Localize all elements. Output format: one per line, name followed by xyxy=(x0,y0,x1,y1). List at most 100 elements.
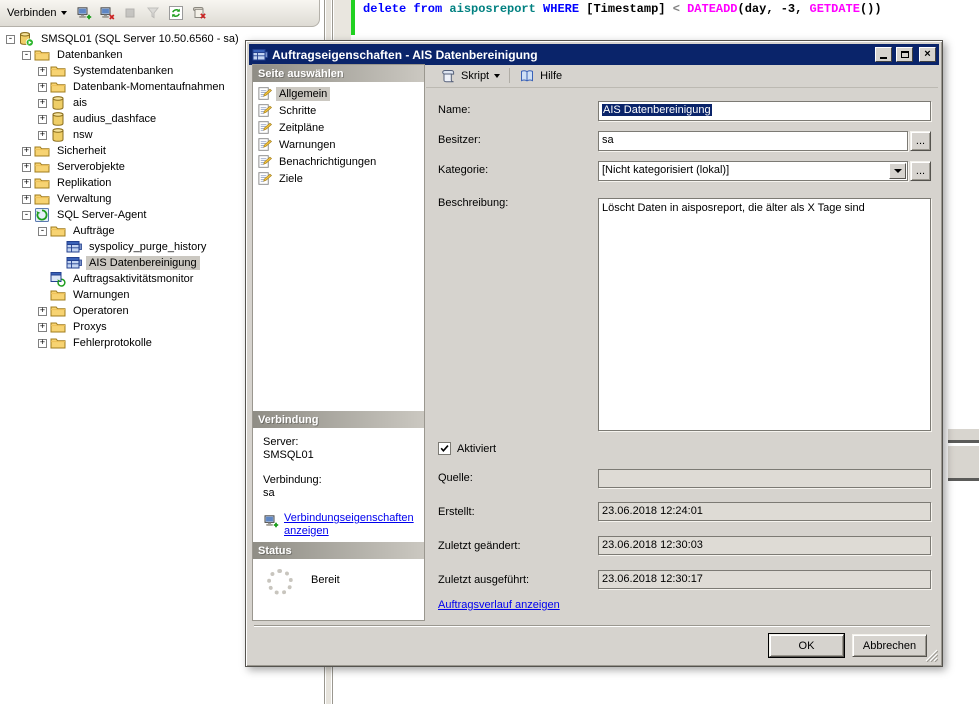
status-header: Status xyxy=(253,542,424,559)
tree-item-label[interactable]: SQL Server-Agent xyxy=(54,208,149,222)
stop-icon xyxy=(120,3,141,24)
plus-expander-icon[interactable]: + xyxy=(38,131,47,140)
sidebar-page-benachrichtigungen[interactable]: Benachrichtigungen xyxy=(253,153,424,170)
sidebar-page-allgemein[interactable]: Allgemein xyxy=(253,85,424,102)
owner-browse-button[interactable]: ... xyxy=(910,131,931,151)
sql-token: (day, -3, xyxy=(738,2,810,16)
sql-query-text[interactable]: delete from aisposreport WHERE [Timestam… xyxy=(363,2,882,16)
enabled-checkbox[interactable] xyxy=(438,442,451,455)
executed-label: Zuletzt ausgeführt: xyxy=(438,574,529,586)
dropdown-button[interactable] xyxy=(889,163,906,179)
tree-item-label[interactable]: Sicherheit xyxy=(54,144,109,158)
minimize-icon xyxy=(880,57,887,59)
plus-expander-icon[interactable]: + xyxy=(22,195,31,204)
maximize-icon xyxy=(901,51,909,58)
page-icon xyxy=(257,154,272,169)
job-history-link[interactable]: Auftragsverlauf anzeigen xyxy=(438,599,560,611)
sql-token: WHERE xyxy=(543,2,586,16)
category-browse-button[interactable]: ... xyxy=(910,161,931,181)
dialog-titlebar[interactable]: Auftragseigenschaften - AIS Datenbereini… xyxy=(249,44,939,65)
tree-item-label[interactable]: Systemdatenbanken xyxy=(70,64,176,78)
page-label[interactable]: Allgemein xyxy=(276,87,330,101)
refresh-icon[interactable] xyxy=(166,3,187,24)
tree-item-label[interactable]: Auftragsaktivitätsmonitor xyxy=(70,272,196,286)
help-button[interactable]: Hilfe xyxy=(513,66,568,86)
database-icon xyxy=(50,95,66,111)
tree-item-label[interactable]: Datenbanken xyxy=(54,48,125,62)
tree-item-label[interactable]: Proxys xyxy=(70,320,110,334)
plus-expander-icon[interactable]: + xyxy=(38,307,47,316)
owner-label: Besitzer: xyxy=(438,134,481,146)
plus-expander-icon[interactable]: + xyxy=(38,99,47,108)
tree-item-label[interactable]: Warnungen xyxy=(70,288,132,302)
page-label[interactable]: Schritte xyxy=(276,104,319,118)
tree-item-label[interactable]: nsw xyxy=(70,128,96,142)
sidebar-page-schritte[interactable]: Schritte xyxy=(253,102,424,119)
tree-item-label[interactable]: Replikation xyxy=(54,176,114,190)
plus-expander-icon[interactable]: + xyxy=(38,115,47,124)
minus-expander-icon[interactable]: - xyxy=(22,51,31,60)
folder-icon xyxy=(50,303,66,319)
folder-icon xyxy=(50,287,66,303)
database-icon xyxy=(50,127,66,143)
ok-button[interactable]: OK xyxy=(769,634,844,657)
minimize-button[interactable] xyxy=(875,47,892,62)
plus-expander-icon[interactable]: + xyxy=(22,163,31,172)
tree-item-label[interactable]: Verwaltung xyxy=(54,192,114,206)
script-del-icon[interactable] xyxy=(189,3,210,24)
page-label[interactable]: Ziele xyxy=(276,172,306,186)
category-value: [Nicht kategorisiert (lokal)] xyxy=(602,164,729,176)
name-input[interactable]: AIS Datenbereinigung xyxy=(598,101,931,121)
tree-item-label[interactable]: Serverobjekte xyxy=(54,160,128,174)
change-tracking-bar xyxy=(351,0,355,35)
cancel-button[interactable]: Abbrechen xyxy=(852,634,927,657)
sql-token: aisposreport xyxy=(449,2,543,16)
sidebar-page-ziele[interactable]: Ziele xyxy=(253,170,424,187)
created-label: Erstellt: xyxy=(438,506,475,518)
tree-item-label[interactable]: audius_dashface xyxy=(70,112,159,126)
minus-expander-icon[interactable]: - xyxy=(22,211,31,220)
minus-expander-icon[interactable]: - xyxy=(38,227,47,236)
folder-icon xyxy=(34,175,50,191)
disconnect-icon[interactable] xyxy=(97,3,118,24)
page-label[interactable]: Zeitpläne xyxy=(276,121,327,135)
plus-expander-icon[interactable]: + xyxy=(38,323,47,332)
resize-grip[interactable] xyxy=(925,649,938,662)
tree-item-label[interactable]: AIS Datenbereinigung xyxy=(86,256,200,270)
tree-item-label[interactable]: Fehlerprotokolle xyxy=(70,336,155,350)
expander-spacer xyxy=(38,275,47,284)
expander-spacer xyxy=(54,243,63,252)
tree-item-label[interactable]: Operatoren xyxy=(70,304,132,318)
close-button[interactable]: × xyxy=(919,47,936,62)
chevron-down-icon xyxy=(894,169,902,177)
page-label[interactable]: Warnungen xyxy=(276,138,338,152)
dialog-main-area: Skript Hilfe Name: AIS Datenbereinigung … xyxy=(426,64,938,624)
plus-expander-icon[interactable]: + xyxy=(22,147,31,156)
script-icon xyxy=(440,68,456,84)
sidebar-page-zeitpläne[interactable]: Zeitpläne xyxy=(253,119,424,136)
tree-item-label[interactable]: Aufträge xyxy=(70,224,118,238)
button-separator xyxy=(254,625,930,627)
tree-item-label[interactable]: ais xyxy=(70,96,90,110)
tree-item-label[interactable]: SMSQL01 (SQL Server 10.50.6560 - sa) xyxy=(38,32,242,46)
plus-expander-icon[interactable]: + xyxy=(22,179,31,188)
minus-expander-icon[interactable]: - xyxy=(6,35,15,44)
plus-expander-icon[interactable]: + xyxy=(38,83,47,92)
tree-item-label[interactable]: Datenbank-Momentaufnahmen xyxy=(70,80,228,94)
script-button[interactable]: Skript xyxy=(434,66,506,86)
owner-input[interactable]: sa xyxy=(598,131,908,151)
connect-icon[interactable] xyxy=(74,3,95,24)
folder-icon xyxy=(34,191,50,207)
page-label[interactable]: Benachrichtigungen xyxy=(276,155,379,169)
plus-expander-icon[interactable]: + xyxy=(38,339,47,348)
sql-token: < xyxy=(673,2,687,16)
tree-item-label[interactable]: syspolicy_purge_history xyxy=(86,240,209,254)
connect-dropdown-button[interactable]: Verbinden xyxy=(3,5,71,21)
description-textarea[interactable]: Löscht Daten in aisposreport, die älter … xyxy=(598,198,931,431)
page-icon xyxy=(257,103,272,118)
plus-expander-icon[interactable]: + xyxy=(38,67,47,76)
category-select[interactable]: [Nicht kategorisiert (lokal)] xyxy=(598,161,908,181)
sidebar-page-warnungen[interactable]: Warnungen xyxy=(253,136,424,153)
view-connection-properties-link[interactable]: Verbindungseigenschaften anzeigen xyxy=(284,512,420,538)
maximize-button[interactable] xyxy=(896,47,913,62)
